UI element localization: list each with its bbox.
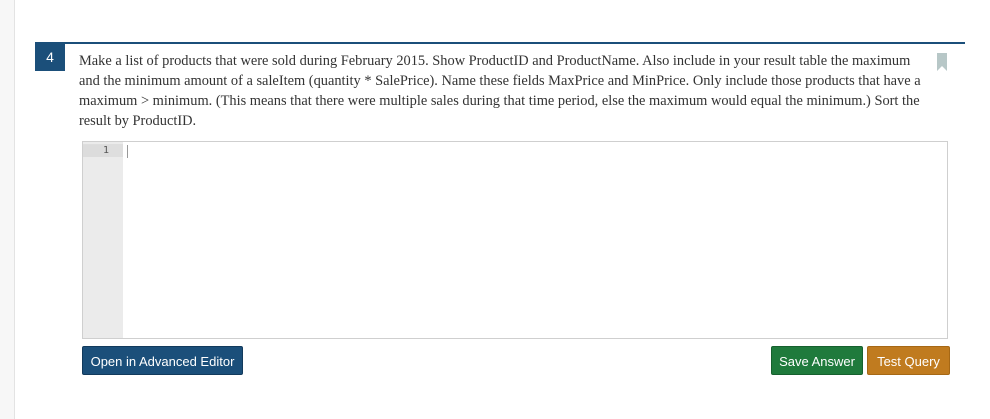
editor-gutter	[83, 142, 123, 338]
question-number-badge: 4	[35, 44, 65, 71]
open-advanced-editor-button[interactable]: Open in Advanced Editor	[82, 346, 243, 375]
question-text: Make a list of products that were sold d…	[79, 53, 921, 129]
text-cursor	[127, 145, 128, 158]
save-answer-button[interactable]: Save Answer	[771, 346, 863, 375]
line-number: 1	[83, 145, 109, 157]
test-query-button[interactable]: Test Query	[867, 346, 950, 375]
bookmark-icon[interactable]	[937, 53, 947, 71]
sql-code-editor[interactable]: 1	[82, 141, 948, 339]
question-divider	[35, 42, 965, 44]
